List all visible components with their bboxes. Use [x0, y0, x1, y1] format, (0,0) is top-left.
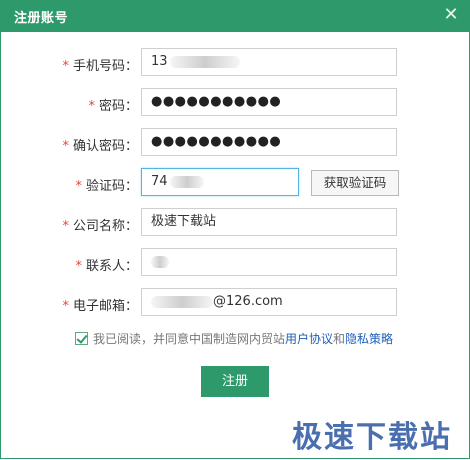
- redacted-blur: [151, 295, 213, 308]
- close-icon[interactable]: ✕: [440, 5, 462, 27]
- password-input[interactable]: ●●●●●●●●●●●: [141, 88, 397, 116]
- company-row: * 公司名称： 极速下载站: [0, 208, 470, 238]
- required-mark: *: [75, 179, 82, 194]
- captcha-value: 74: [151, 174, 168, 189]
- watermark-logo: 极速下载站: [292, 420, 452, 455]
- confirm-password-row: * 确认密码： ●●●●●●●●●●●: [0, 128, 470, 158]
- register-button[interactable]: 注册: [201, 366, 269, 397]
- redacted-blur: [169, 55, 240, 68]
- user-agreement-link[interactable]: 用户协议: [285, 332, 333, 346]
- get-code-button[interactable]: 获取验证码: [311, 170, 399, 196]
- phone-value: 13: [151, 54, 168, 69]
- title-bar: 注册账号 ✕: [0, 0, 470, 32]
- email-row: * 电子邮箱： @126.com: [0, 288, 470, 318]
- privacy-policy-link[interactable]: 隐私策略: [345, 332, 393, 346]
- contact-row: * 联系人：: [0, 248, 470, 278]
- agreement-checkbox[interactable]: [75, 332, 88, 345]
- confirm-password-value: ●●●●●●●●●●●: [151, 134, 282, 149]
- required-mark: *: [62, 219, 69, 234]
- captcha-label: * 验证码：: [75, 179, 138, 194]
- email-input[interactable]: @126.com: [141, 288, 397, 316]
- contact-label: * 联系人：: [75, 259, 138, 274]
- phone-label: * 手机号码：: [62, 59, 138, 74]
- contact-input[interactable]: [141, 248, 397, 276]
- agreement-text: 我已阅读，并同意中国制造网内贸站: [93, 332, 286, 346]
- confirm-password-label: * 确认密码：: [62, 139, 138, 154]
- password-label: * 密码：: [88, 99, 138, 114]
- required-mark: *: [75, 259, 82, 274]
- password-row: * 密码： ●●●●●●●●●●●: [0, 88, 470, 118]
- required-mark: *: [88, 99, 95, 114]
- redacted-blur: [169, 175, 204, 188]
- required-mark: *: [62, 299, 69, 314]
- company-label: * 公司名称：: [62, 219, 138, 234]
- captcha-row: * 验证码： 74 获取验证码: [0, 168, 470, 198]
- redacted-blur: [151, 255, 169, 268]
- agreement-line: 我已阅读，并同意中国制造网内贸站用户协议和隐私策略: [75, 330, 393, 347]
- phone-input[interactable]: 13: [141, 48, 397, 76]
- password-value: ●●●●●●●●●●●: [151, 94, 282, 109]
- company-value: 极速下载站: [151, 214, 217, 229]
- captcha-input[interactable]: 74: [141, 168, 299, 196]
- agreement-and: 和: [333, 332, 346, 346]
- phone-row: * 手机号码： 13: [0, 48, 470, 78]
- required-mark: *: [62, 139, 69, 154]
- window-title: 注册账号: [14, 11, 69, 26]
- email-label: * 电子邮箱：: [62, 299, 138, 314]
- required-mark: *: [62, 59, 69, 74]
- company-input[interactable]: 极速下载站: [141, 208, 397, 236]
- confirm-password-input[interactable]: ●●●●●●●●●●●: [141, 128, 397, 156]
- email-value: @126.com: [213, 294, 283, 309]
